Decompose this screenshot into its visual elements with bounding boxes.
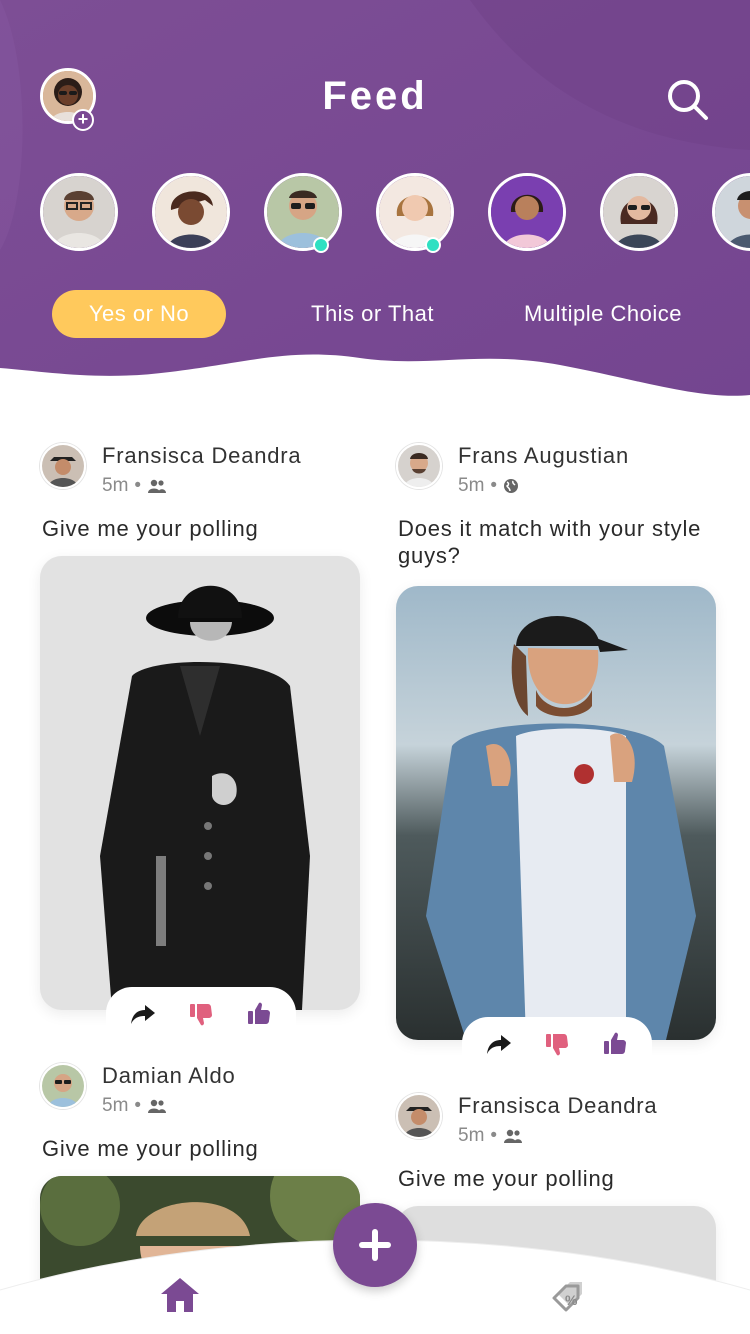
stories-row — [40, 173, 750, 253]
post-meta: 5m • — [458, 1125, 523, 1147]
poll-type-tabs: Yes or No This or That Multiple Choice — [0, 290, 750, 338]
tab-yes-or-no[interactable]: Yes or No — [52, 290, 226, 338]
post-question: Give me your polling — [42, 1136, 259, 1161]
meta-separator: • — [134, 1095, 142, 1116]
post-time: 5m — [458, 475, 485, 496]
post-author-avatar[interactable] — [40, 443, 86, 489]
story-avatar[interactable] — [712, 173, 750, 251]
post-time: 5m — [102, 475, 129, 496]
group-icon — [148, 479, 167, 493]
post-author-avatar[interactable] — [396, 443, 442, 489]
globe-icon — [504, 479, 519, 493]
share-icon[interactable] — [126, 997, 160, 1031]
post-time: 5m — [102, 1095, 129, 1116]
tab-this-or-that[interactable]: This or That — [290, 290, 455, 338]
header: + Feed Yes or No This or That Multiple C… — [0, 0, 750, 410]
post-meta: 5m • — [102, 475, 167, 497]
search-icon[interactable] — [664, 76, 710, 122]
share-icon[interactable] — [482, 1027, 516, 1061]
thumbs-up-icon[interactable] — [242, 997, 276, 1031]
post-author-name[interactable]: Fransisca Deandra — [102, 443, 301, 469]
online-indicator — [425, 237, 441, 253]
meta-separator: • — [134, 475, 142, 496]
post-author-name[interactable]: Frans Augustian — [458, 443, 629, 469]
group-icon — [504, 1129, 523, 1143]
thumbs-down-icon[interactable] — [184, 997, 218, 1031]
story-avatar[interactable] — [264, 173, 342, 251]
post-card: Frans Augustian 5m • Does it match with … — [396, 443, 716, 1067]
thumbs-down-icon[interactable] — [540, 1027, 574, 1061]
thumbs-up-icon[interactable] — [598, 1027, 632, 1061]
meta-separator: • — [490, 1125, 498, 1146]
story-avatar[interactable] — [600, 173, 678, 251]
story-avatar[interactable] — [40, 173, 118, 251]
post-question: Give me your polling — [398, 1166, 615, 1191]
post-card: Fransisca Deandra 5m • Give me your poll… — [40, 443, 360, 1037]
post-question: Does it match with your style guys? — [398, 516, 702, 568]
plus-icon — [359, 1229, 391, 1261]
meta-separator: • — [490, 475, 498, 496]
page-title: Feed — [322, 74, 428, 118]
post-time: 5m — [458, 1125, 485, 1146]
home-icon[interactable] — [158, 1275, 202, 1315]
story-avatar[interactable] — [488, 173, 566, 251]
tab-multiple-choice[interactable]: Multiple Choice — [505, 290, 701, 338]
story-avatar[interactable] — [376, 173, 454, 251]
poll-actions — [106, 987, 296, 1037]
post-author-name[interactable]: Damian Aldo — [102, 1063, 236, 1089]
discount-tag-icon[interactable]: % — [546, 1272, 590, 1316]
group-icon — [148, 1099, 167, 1113]
post-author-name[interactable]: Fransisca Deandra — [458, 1093, 657, 1119]
post-image[interactable] — [40, 556, 360, 1010]
post-question: Give me your polling — [42, 516, 259, 541]
poll-actions — [462, 1017, 652, 1067]
svg-text:%: % — [565, 1292, 578, 1308]
create-poll-button[interactable] — [333, 1203, 417, 1287]
story-avatar[interactable] — [152, 173, 230, 251]
post-meta: 5m • — [102, 1095, 167, 1117]
online-indicator — [313, 237, 329, 253]
post-author-avatar[interactable] — [40, 1063, 86, 1109]
post-author-avatar[interactable] — [396, 1093, 442, 1139]
post-image[interactable] — [396, 586, 716, 1040]
post-meta: 5m • — [458, 475, 519, 497]
